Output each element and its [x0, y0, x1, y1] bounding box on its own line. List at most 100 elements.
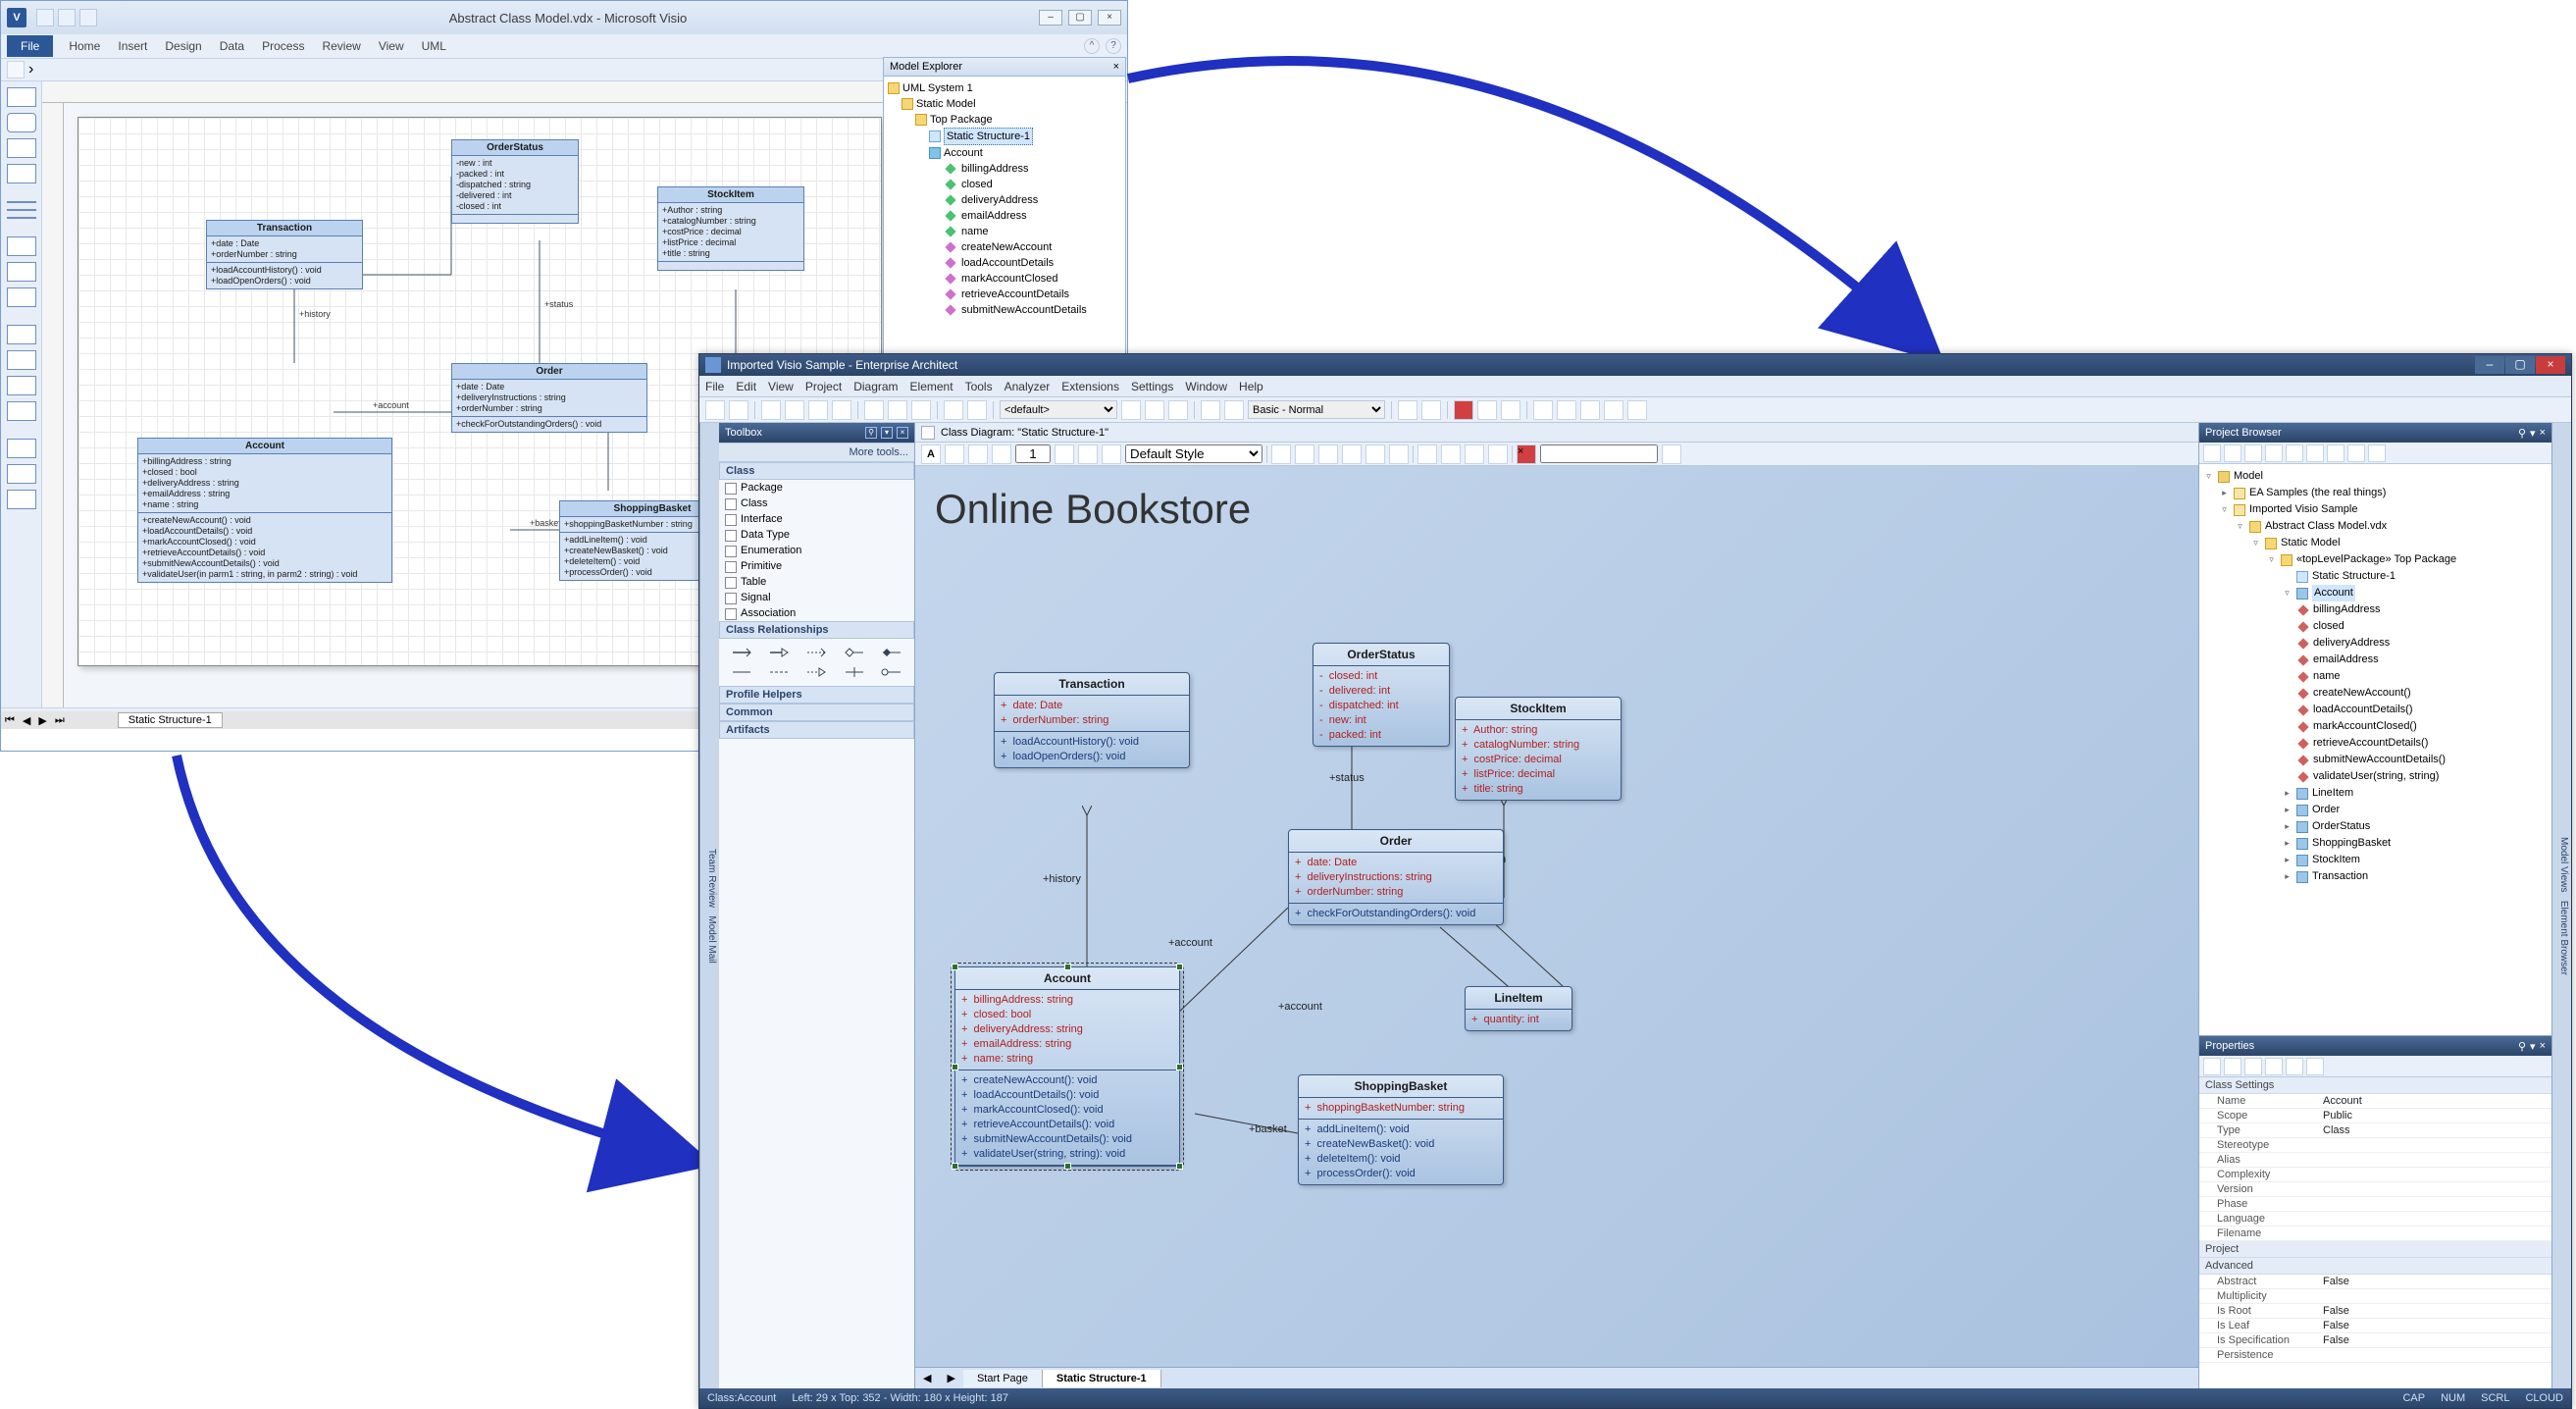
pt-2-icon[interactable] — [2224, 1058, 2241, 1075]
tb-zoom-icon[interactable] — [1224, 400, 1244, 420]
class-orderstatus[interactable]: OrderStatus -new : int-packed : int-disp… — [451, 139, 579, 224]
tb-back-icon[interactable] — [705, 400, 725, 420]
browser-menu-icon[interactable]: ▾ — [2530, 427, 2536, 440]
tb-stop-icon[interactable] — [1168, 400, 1188, 420]
tb-paste-icon[interactable] — [911, 400, 931, 420]
ea-class-transaction[interactable]: Transaction + date: Date+ orderNumber: s… — [994, 672, 1190, 768]
shape-note-icon[interactable] — [7, 164, 36, 183]
vtab-model-views[interactable]: Model Views Element Browser — [2551, 423, 2571, 1388]
tb-misc1-icon[interactable] — [1477, 400, 1497, 420]
props-close-icon[interactable]: × — [2540, 1040, 2546, 1053]
ribbon-tab-review[interactable]: Review — [320, 35, 362, 57]
toolbox-item-datatype[interactable]: Data Type — [719, 527, 914, 543]
rel-icon-5[interactable] — [875, 645, 908, 660]
toolbox-group-profile[interactable]: Profile Helpers — [719, 686, 914, 704]
toolbox-group-common[interactable]: Common — [719, 704, 914, 721]
ribbon-tab-data[interactable]: Data — [218, 35, 246, 57]
more-tools-link[interactable]: More tools... — [849, 446, 908, 458]
tree-selected-diagram[interactable]: Static Structure-1 — [944, 128, 1033, 145]
font-color-icon[interactable]: A — [921, 444, 941, 464]
ea-titlebar[interactable]: Imported Visio Sample - Enterprise Archi… — [699, 354, 2571, 376]
toolbox-item-package[interactable]: Package — [719, 480, 914, 496]
diagram-canvas[interactable]: Online Bookstore +history +status — [915, 466, 2198, 1367]
tb-misc5-icon[interactable] — [1580, 400, 1600, 420]
qat-undo-icon[interactable] — [58, 9, 76, 26]
bt-new-icon[interactable] — [2203, 444, 2221, 462]
shape-datatype-icon[interactable] — [7, 490, 36, 509]
help-icon[interactable]: ? — [1106, 38, 1121, 54]
tb-record-icon[interactable] — [1454, 400, 1473, 420]
menu-diagram[interactable]: Diagram — [853, 380, 898, 393]
bt-refresh-icon[interactable] — [2347, 444, 2365, 462]
toolbox-item-class[interactable]: Class — [719, 496, 914, 511]
toolbox-item-enumeration[interactable]: Enumeration — [719, 543, 914, 558]
qat-redo-icon[interactable] — [79, 9, 97, 26]
menu-analyzer[interactable]: Analyzer — [1005, 380, 1051, 393]
props-pin-icon[interactable]: ⚲ — [2518, 1040, 2526, 1053]
bt-find-icon[interactable] — [2306, 444, 2324, 462]
align-bottom-icon[interactable] — [1389, 444, 1409, 464]
qat-save-icon[interactable] — [36, 9, 54, 26]
close-button[interactable]: × — [1098, 10, 1121, 26]
rel-icon-3[interactable] — [799, 645, 833, 660]
minimize-button[interactable]: – — [1039, 10, 1062, 26]
browser-close-icon[interactable]: × — [2540, 427, 2546, 440]
line-color-icon[interactable] — [968, 444, 988, 464]
shape-state-icon[interactable] — [7, 376, 36, 395]
same-width-icon[interactable] — [1465, 444, 1484, 464]
toolbox-pin-icon[interactable]: ⚲ — [865, 427, 877, 439]
line-style-icon[interactable] — [992, 444, 1011, 464]
shape-object-icon[interactable] — [7, 439, 36, 458]
class-account[interactable]: Account +billingAddress : string+closed … — [137, 438, 392, 583]
style-dropdown[interactable]: Default Style — [1125, 444, 1262, 463]
maximize-button[interactable]: ▢ — [1068, 10, 1092, 26]
shape-assoc-icon[interactable] — [7, 201, 36, 203]
props-menu-icon[interactable]: ▾ — [2530, 1040, 2536, 1053]
align-right-icon[interactable] — [1318, 444, 1338, 464]
filter-input[interactable] — [1540, 444, 1658, 463]
ribbon-tab-uml[interactable]: UML — [420, 35, 448, 57]
bt-sort-icon[interactable] — [2286, 444, 2303, 462]
pt-6-icon[interactable] — [2306, 1058, 2324, 1075]
rel-icon-4[interactable] — [838, 645, 871, 660]
close-panel-icon[interactable]: × — [1113, 61, 1119, 73]
default-dropdown[interactable]: <default> — [1000, 400, 1117, 419]
pt-5-icon[interactable] — [2286, 1058, 2303, 1075]
menu-file[interactable]: File — [705, 380, 724, 393]
tb-misc3-icon[interactable] — [1533, 400, 1553, 420]
shape-actor-icon[interactable] — [7, 325, 36, 344]
ea-class-stockitem[interactable]: StockItem + Author: string+ catalogNumbe… — [1455, 697, 1622, 801]
menu-edit[interactable]: Edit — [736, 380, 756, 393]
ribbon-tab-process[interactable]: Process — [260, 35, 306, 57]
minimize-button[interactable]: – — [2475, 356, 2504, 374]
tb-redo-icon[interactable] — [967, 400, 987, 420]
font-icon[interactable] — [1055, 444, 1074, 464]
pick-style-icon[interactable] — [1078, 444, 1098, 464]
shape-interface-icon[interactable] — [7, 138, 36, 158]
prop-group-project[interactable]: Project — [2199, 1241, 2551, 1258]
align-middle-icon[interactable] — [1365, 444, 1385, 464]
tb-copy-icon[interactable] — [888, 400, 907, 420]
shapes-pane-toggle-icon[interactable] — [7, 61, 25, 78]
ea-class-account[interactable]: Account + billingAddress: string+ closed… — [954, 966, 1180, 1167]
filter-icon[interactable] — [1662, 444, 1681, 464]
bt-down-icon[interactable] — [2265, 444, 2283, 462]
ribbon-tab-insert[interactable]: Insert — [116, 35, 149, 57]
tb-misc7-icon[interactable] — [1627, 400, 1647, 420]
shape-node-icon[interactable] — [7, 262, 36, 282]
shape-depend-icon[interactable] — [7, 209, 36, 211]
toolbox-menu-icon[interactable]: ▾ — [881, 427, 893, 439]
rel-icon-8[interactable] — [799, 664, 833, 680]
bt-open-icon[interactable] — [2224, 444, 2241, 462]
tb-misc4-icon[interactable] — [1557, 400, 1576, 420]
toolbox-item-primitive[interactable]: Primitive — [719, 558, 914, 574]
space-h-icon[interactable] — [1417, 444, 1437, 464]
menu-window[interactable]: Window — [1185, 380, 1227, 393]
shape-general-icon[interactable] — [7, 217, 36, 219]
tab-start-page[interactable]: Start Page — [963, 1370, 1043, 1387]
toolbox-item-association[interactable]: Association — [719, 605, 914, 621]
pt-3-icon[interactable] — [2244, 1058, 2262, 1075]
size-input[interactable] — [1015, 444, 1051, 463]
ribbon-tab-view[interactable]: View — [377, 35, 406, 57]
toolbox-close-icon[interactable]: × — [897, 427, 908, 439]
